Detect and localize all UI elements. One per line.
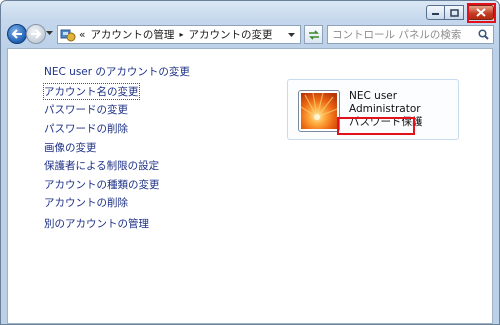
page-title: NEC user のアカウントの変更 — [44, 66, 190, 78]
avatar — [298, 90, 340, 132]
address-dropdown-icon[interactable] — [288, 33, 295, 38]
search-box[interactable]: コントロール パネルの検索 — [327, 25, 494, 44]
link-change-account-name[interactable]: アカウント名の変更 — [43, 83, 140, 100]
main-content: NEC user のアカウントの変更 アカウント名の変更 パスワードの変更 パス… — [7, 48, 493, 324]
maximize-icon — [449, 8, 459, 17]
address-overflow-marker[interactable]: « — [79, 29, 85, 41]
forward-button[interactable] — [26, 24, 46, 44]
breadcrumb-separator[interactable]: ▸ — [179, 30, 183, 39]
link-change-password[interactable]: パスワードの変更 — [44, 102, 128, 117]
refresh-icon — [308, 29, 319, 40]
breadcrumb-account-change[interactable]: アカウントの変更 — [188, 27, 272, 42]
back-button[interactable] — [7, 24, 27, 44]
link-change-account-type[interactable]: アカウントの種類の変更 — [44, 177, 160, 192]
close-button-highlight — [467, 3, 496, 23]
password-status-highlight — [337, 117, 415, 135]
link-change-picture[interactable]: 画像の変更 — [44, 140, 97, 155]
flower-picture-icon — [300, 92, 338, 129]
forward-arrow-icon — [31, 29, 42, 39]
address-bar[interactable]: « アカウントの管理 ▸ アカウントの変更 — [57, 25, 301, 44]
link-delete-account[interactable]: アカウントの削除 — [44, 195, 128, 210]
user-name: NEC user — [349, 90, 398, 102]
recent-pages-dropdown-icon[interactable] — [46, 31, 53, 36]
link-manage-another-account[interactable]: 別のアカウントの管理 — [44, 216, 149, 231]
search-icon[interactable] — [478, 29, 489, 40]
control-panel-icon — [60, 29, 76, 41]
maximize-button[interactable] — [445, 5, 464, 20]
user-role: Administrator — [349, 103, 421, 115]
control-panel-window: « アカウントの管理 ▸ アカウントの変更 コントロール パネルの検索 NEC … — [0, 0, 500, 325]
link-parental-controls[interactable]: 保護者による制限の設定 — [44, 158, 159, 173]
search-placeholder: コントロール パネルの検索 — [332, 29, 462, 41]
back-arrow-icon — [11, 29, 22, 39]
minimize-icon — [432, 12, 439, 15]
navigation-bar: « アカウントの管理 ▸ アカウントの変更 コントロール パネルの検索 — [1, 22, 499, 48]
refresh-button[interactable] — [304, 25, 323, 44]
breadcrumb-account-management[interactable]: アカウントの管理 — [90, 27, 174, 42]
minimize-button[interactable] — [426, 5, 445, 20]
title-bar — [1, 1, 499, 23]
link-remove-password[interactable]: パスワードの削除 — [44, 121, 128, 136]
